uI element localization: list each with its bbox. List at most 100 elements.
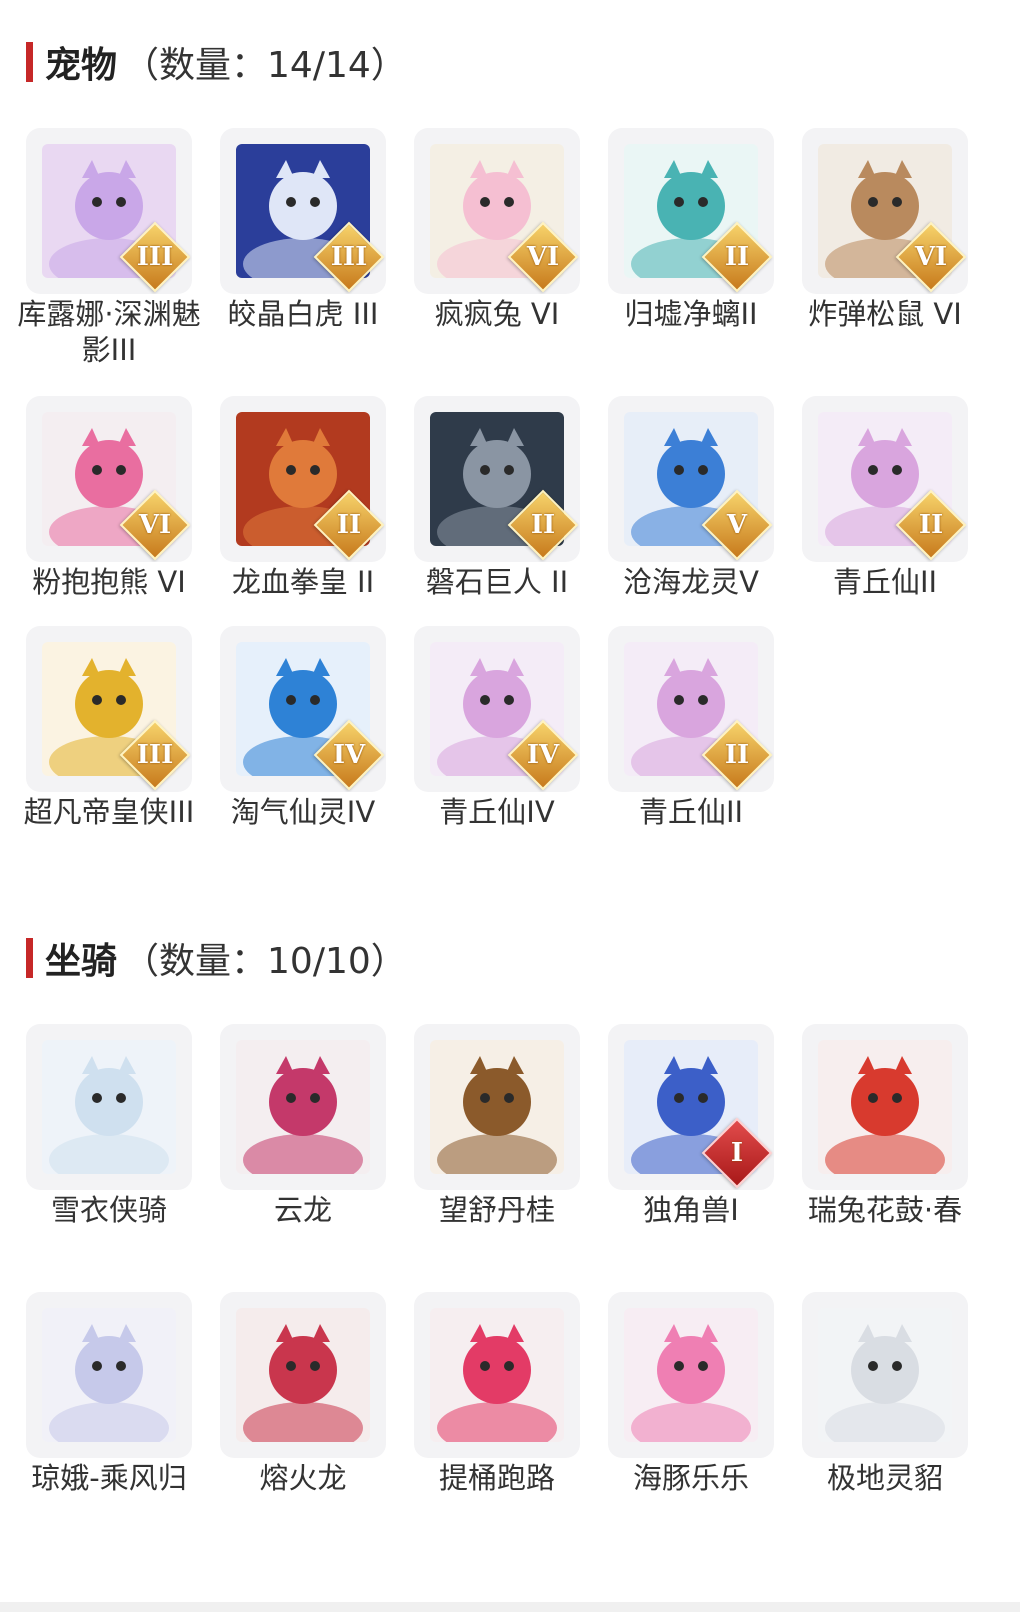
collection-item[interactable]: VI 疯疯兔 VI: [414, 128, 580, 332]
collection-item[interactable]: II 磐石巨人 II: [414, 396, 580, 600]
item-thumbnail-card[interactable]: [802, 1292, 968, 1458]
rank-badge-label: III: [330, 242, 368, 272]
item-thumbnail-card[interactable]: VI: [26, 396, 192, 562]
collection-item[interactable]: 望舒丹桂: [414, 1024, 580, 1228]
mounts-section-title: 坐骑: [45, 941, 118, 982]
item-name: 沧海龙灵V: [623, 565, 759, 599]
rank-badge-label: VI: [914, 242, 948, 272]
rank-badge-label: II: [530, 510, 556, 540]
rank-badge-label: II: [724, 242, 750, 272]
item-name: 粉抱抱熊 VI: [32, 565, 186, 599]
dolphin-icon: [624, 1308, 758, 1442]
item-name: 望舒丹桂: [438, 1193, 555, 1227]
item-name: 极地灵貂: [826, 1461, 943, 1495]
collection-item[interactable]: II 归墟净螭II: [608, 128, 774, 332]
item-thumbnail-card[interactable]: II: [220, 396, 386, 562]
rank-badge-label: II: [918, 510, 944, 540]
item-name: 云龙: [273, 1193, 332, 1227]
collection-item[interactable]: 云龙: [220, 1024, 386, 1228]
rank-badge-label: VI: [138, 510, 172, 540]
item-thumbnail-card[interactable]: [220, 1024, 386, 1190]
item-name: 疯疯兔 VI: [434, 297, 560, 331]
pets-count-label: （数量：14/14）: [123, 45, 407, 86]
collection-item[interactable]: IV 淘气仙灵IV: [220, 626, 386, 830]
collection-item[interactable]: 琼娥-乘风归: [26, 1292, 192, 1496]
rank-badge-label: II: [724, 740, 750, 770]
cloud-dragon-icon: [236, 1040, 370, 1174]
collection-item[interactable]: VI 炸弹松鼠 VI: [802, 128, 968, 332]
collection-item[interactable]: II 龙血拳皇 II: [220, 396, 386, 600]
item-name: 库露娜·深渊魅影III: [17, 297, 201, 367]
item-thumbnail-card[interactable]: [608, 1292, 774, 1458]
item-thumbnail-card[interactable]: [414, 1024, 580, 1190]
item-thumbnail-card[interactable]: VI: [802, 128, 968, 294]
item-name: 青丘仙II: [638, 795, 744, 829]
collection-item[interactable]: II 青丘仙II: [608, 626, 774, 830]
collection-item[interactable]: III 超凡帝皇侠III: [24, 626, 194, 830]
bucket-icon: [430, 1308, 564, 1442]
rank-badge-label: IV: [332, 740, 366, 770]
item-name: 炸弹松鼠 VI: [808, 297, 962, 331]
collection-item[interactable]: 极地灵貂: [802, 1292, 968, 1496]
item-thumbnail-card[interactable]: III: [26, 626, 192, 792]
collection-item[interactable]: 海豚乐乐: [608, 1292, 774, 1496]
collection-item[interactable]: 提桶跑路: [414, 1292, 580, 1496]
item-thumbnail-card[interactable]: IV: [414, 626, 580, 792]
item-name: 熔火龙: [259, 1461, 347, 1495]
item-thumbnail-card[interactable]: VI: [414, 128, 580, 294]
collection-item[interactable]: III 皎晶白虎 III: [220, 128, 386, 332]
item-thumbnail-card[interactable]: II: [608, 128, 774, 294]
item-thumbnail-card[interactable]: IV: [220, 626, 386, 792]
item-thumbnail-card[interactable]: [414, 1292, 580, 1458]
pets-section-title: 宠物: [45, 45, 118, 86]
item-thumbnail-card[interactable]: II: [414, 396, 580, 562]
collection-item[interactable]: VI 粉抱抱熊 VI: [26, 396, 192, 600]
arctic-fox-icon: [818, 1308, 952, 1442]
lava-dragon-icon: [236, 1308, 370, 1442]
item-name: 龙血拳皇 II: [231, 565, 375, 599]
section-accent-bar: [26, 42, 33, 82]
item-name: 瑞兔花鼓·春: [807, 1193, 963, 1227]
collection-item[interactable]: 雪衣侠骑: [26, 1024, 192, 1228]
white-horse-icon: [42, 1040, 176, 1174]
item-thumbnail-card[interactable]: I: [608, 1024, 774, 1190]
pets-section-header: 宠物 （数量：14/14）: [26, 40, 407, 86]
rank-badge-label: III: [136, 740, 174, 770]
item-name: 皎晶白虎 III: [227, 297, 379, 331]
item-thumbnail-card[interactable]: II: [802, 396, 968, 562]
mounts-count-label: （数量：10/10）: [123, 941, 407, 982]
collection-item[interactable]: 瑞兔花鼓·春: [802, 1024, 968, 1228]
collection-item[interactable]: III 库露娜·深渊魅影III: [17, 128, 201, 368]
item-name: 青丘仙IV: [439, 795, 555, 829]
item-name: 超凡帝皇侠III: [23, 795, 195, 829]
item-thumbnail-card[interactable]: III: [220, 128, 386, 294]
mounts-section-header: 坐骑 （数量：10/10）: [26, 936, 407, 982]
item-name: 雪衣侠骑: [50, 1193, 167, 1227]
item-name: 琼娥-乘风归: [31, 1461, 187, 1495]
collection-item[interactable]: II 青丘仙II: [802, 396, 968, 600]
item-thumbnail-card[interactable]: [26, 1292, 192, 1458]
item-name: 独角兽I: [643, 1193, 739, 1227]
section-accent-bar: [26, 938, 33, 978]
item-thumbnail-card[interactable]: [220, 1292, 386, 1458]
collection-item[interactable]: I 独角兽I: [608, 1024, 774, 1228]
rank-badge-label: IV: [526, 740, 560, 770]
item-name: 磐石巨人 II: [425, 565, 569, 599]
collection-item[interactable]: V 沧海龙灵V: [608, 396, 774, 600]
item-thumbnail-card[interactable]: V: [608, 396, 774, 562]
item-name: 归墟净螭II: [624, 297, 758, 331]
item-name: 青丘仙II: [832, 565, 938, 599]
item-thumbnail-card[interactable]: III: [26, 128, 192, 294]
item-thumbnail-card[interactable]: [26, 1024, 192, 1190]
drum-rabbit-icon: [818, 1040, 952, 1174]
rank-badge-label: III: [136, 242, 174, 272]
collection-item[interactable]: 熔火龙: [220, 1292, 386, 1496]
item-thumbnail-card[interactable]: II: [608, 626, 774, 792]
item-thumbnail-card[interactable]: [802, 1024, 968, 1190]
rank-badge-label: V: [726, 510, 748, 540]
rank-badge-label: II: [336, 510, 362, 540]
rank-badge-label: VI: [526, 242, 560, 272]
collection-item[interactable]: IV 青丘仙IV: [414, 626, 580, 830]
rank-badge-label: I: [730, 1138, 744, 1168]
swing-icon: [430, 1040, 564, 1174]
